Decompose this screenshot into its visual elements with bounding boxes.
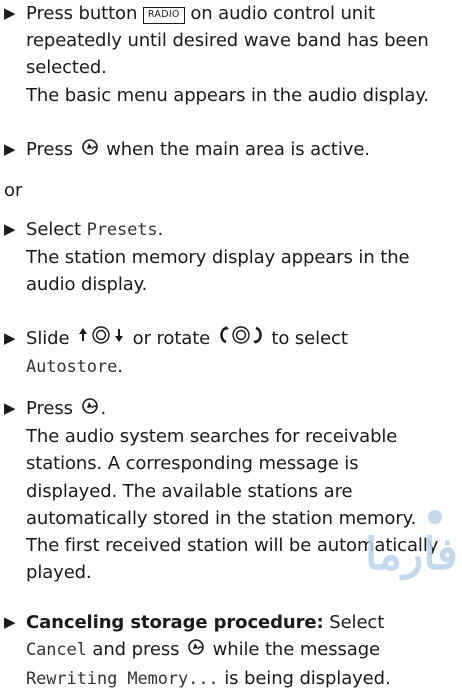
controller-press-icon bbox=[185, 636, 207, 664]
triangle-bullet-icon: ▶ bbox=[4, 140, 16, 158]
message-rewriting-memory: Rewriting Memory... bbox=[26, 668, 219, 689]
step-text-part: or rotate bbox=[127, 328, 216, 350]
step-text-part: Slide bbox=[26, 328, 76, 350]
controller-press-icon bbox=[79, 136, 101, 164]
step-text-part: . bbox=[157, 219, 164, 240]
step-text-part: Select bbox=[323, 612, 385, 633]
controller-rotate-icon bbox=[216, 325, 266, 353]
step-text-part: Press bbox=[26, 139, 79, 161]
step-text: Press button RADIO on audio control unit… bbox=[26, 0, 452, 109]
controller-slide-up-down-icon bbox=[75, 325, 127, 353]
step-text: Slide or rotate to select Autostore. bbox=[26, 325, 452, 381]
step-press-controller: ▶ Press when the main area is active. bbox=[4, 136, 452, 164]
step-result: The station memory display appears in th… bbox=[26, 247, 410, 296]
svg-text:رو فارما: رو فارما bbox=[365, 529, 462, 581]
step-text: Press when the main area is active. bbox=[26, 136, 452, 164]
or-separator: or bbox=[4, 180, 23, 201]
step-press-radio: ▶ Press button RADIO on audio control un… bbox=[4, 0, 452, 109]
step-text-part: . bbox=[100, 398, 107, 420]
step-select-autostore: ▶ Slide or rotate to select Autostore. bbox=[4, 325, 452, 381]
triangle-bullet-icon: ▶ bbox=[4, 613, 16, 631]
triangle-bullet-icon: ▶ bbox=[4, 329, 16, 347]
step-heading: Canceling storage procedure: bbox=[26, 612, 324, 633]
step-text: Canceling storage procedure: Select Canc… bbox=[26, 609, 452, 693]
step-select-presets: ▶ Select Presets. The station memory dis… bbox=[4, 216, 452, 299]
menu-item-presets: Presets bbox=[86, 220, 158, 240]
step-text-part: is being displayed. bbox=[218, 667, 391, 689]
controller-press-icon bbox=[79, 395, 101, 423]
step-text-part: . bbox=[117, 356, 123, 378]
step-text: Select Presets. The station memory displ… bbox=[26, 216, 452, 299]
step-cancel-storage: ▶ Canceling storage procedure: Select Ca… bbox=[4, 609, 452, 693]
manual-page: ▶ Press button RADIO on audio control un… bbox=[0, 0, 462, 691]
step-text-part: to select bbox=[265, 328, 348, 350]
step-text-part: Press bbox=[26, 398, 79, 420]
step-text-part: and press bbox=[86, 639, 186, 661]
menu-item-autostore: Autostore bbox=[26, 357, 118, 378]
step-text-part: when the main area is active. bbox=[100, 139, 370, 161]
triangle-bullet-icon: ▶ bbox=[4, 4, 16, 22]
step-result: The basic menu appears in the audio disp… bbox=[26, 84, 429, 106]
triangle-bullet-icon: ▶ bbox=[4, 399, 16, 417]
step-text-part: while the message bbox=[207, 639, 381, 661]
radio-key-label: RADIO bbox=[142, 7, 185, 24]
step-text-part: Select bbox=[26, 219, 87, 240]
menu-item-cancel: Cancel bbox=[26, 640, 87, 661]
watermark-logo: رو فارما bbox=[365, 507, 462, 597]
step-text-part: Press button bbox=[26, 3, 143, 24]
triangle-bullet-icon: ▶ bbox=[4, 220, 16, 238]
